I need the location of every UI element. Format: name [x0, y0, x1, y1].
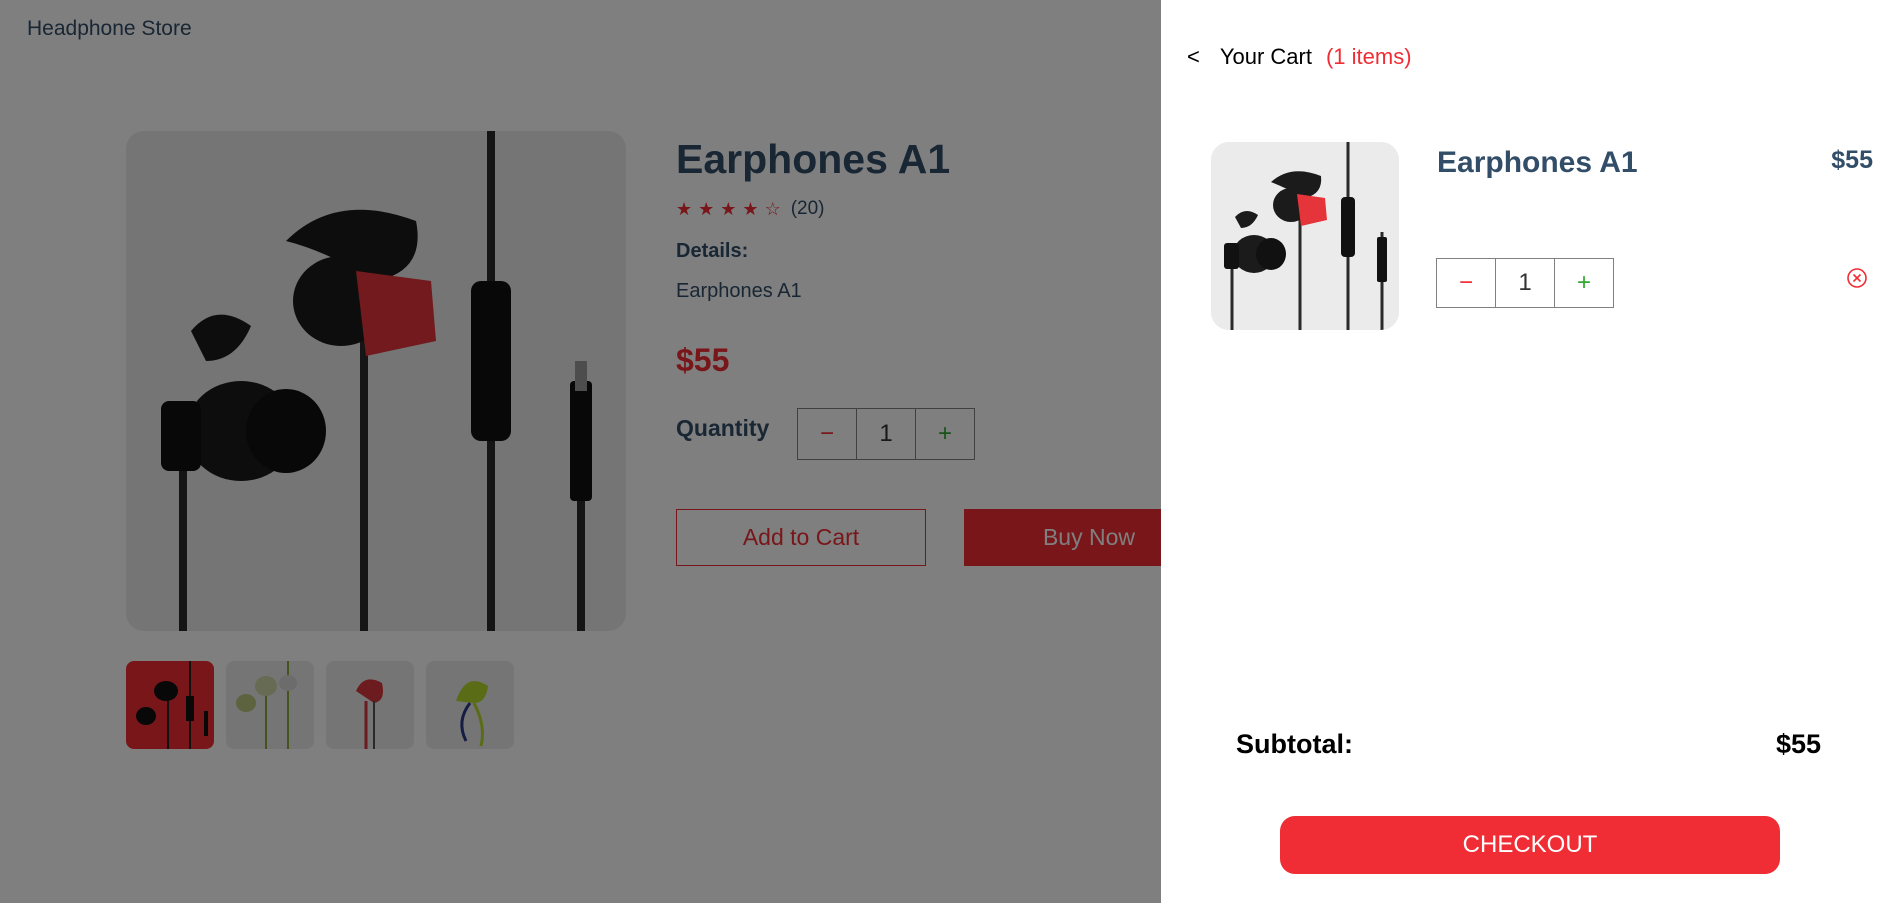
chevron-left-icon[interactable]: <: [1187, 44, 1200, 70]
subtotal-label: Subtotal:: [1236, 729, 1353, 759]
cart-item-count: (1 items): [1325, 44, 1412, 69]
cart-panel: < Your Cart (1 items) Earphones A1 $55 −…: [1161, 0, 1895, 903]
cart-item-name: Earphones A1: [1437, 146, 1638, 179]
remove-item-icon[interactable]: [1847, 268, 1867, 288]
cart-decrease-quantity-button[interactable]: −: [1437, 259, 1496, 307]
cart-increase-quantity-button[interactable]: +: [1555, 259, 1613, 307]
cart-title: Your Cart: [1219, 44, 1312, 69]
checkout-button[interactable]: CHECKOUT: [1280, 816, 1780, 874]
cart-quantity-value: 1: [1496, 259, 1555, 307]
subtotal-value: $55: [1776, 729, 1822, 759]
cart-item-price: $55: [1831, 146, 1873, 174]
cart-quantity-stepper: − 1 +: [1436, 258, 1614, 308]
cart-header[interactable]: < Your Cart (1 items): [1187, 44, 1412, 70]
cart-item-image: [1211, 142, 1399, 330]
